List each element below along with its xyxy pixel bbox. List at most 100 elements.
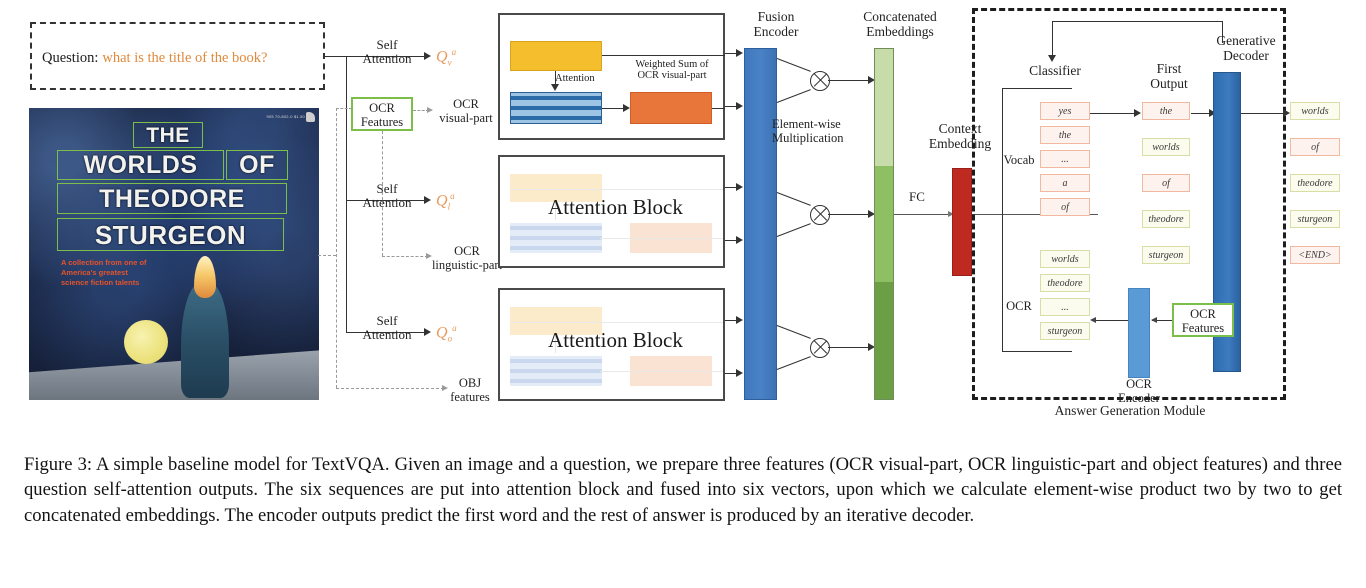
concatenated-embeddings-label: Concatenated Embeddings	[863, 9, 937, 39]
q-visual-letter: Q	[436, 48, 448, 66]
ocr-bbox-the: THE	[133, 122, 203, 148]
mul2-out-line	[828, 214, 872, 215]
word-box[interactable]: the	[1040, 126, 1090, 144]
question-label: Question:	[42, 50, 99, 66]
self-attention-3-arrowhead	[424, 327, 431, 336]
figure-caption: Figure 3: A simple baseline model for Te…	[24, 454, 1342, 526]
word-box[interactable]: theodore	[1040, 274, 1090, 292]
ab3-ghost-bottom-line	[600, 371, 723, 372]
word-box[interactable]: sturgeon	[1040, 322, 1090, 340]
word-box[interactable]: of	[1290, 138, 1340, 156]
vocab-label: Vocab	[1003, 153, 1035, 167]
mul2-leg-bottom	[776, 223, 811, 237]
ab3-ghost-keyvalue	[510, 356, 602, 386]
classifier-label: Classifier	[1029, 63, 1081, 78]
word-box[interactable]: worlds	[1142, 138, 1190, 156]
cover-figure	[181, 283, 229, 398]
decoder-feedback-hline	[1052, 21, 1222, 22]
vocab-bus-line	[1002, 88, 1072, 89]
cover-subtitle: A collection from one of America's great…	[61, 258, 147, 288]
fe-in-4-arrow	[736, 235, 743, 244]
ocr-bbox-theodore: THEODORE	[57, 183, 287, 214]
q-obj-sup: a	[452, 323, 457, 333]
word-box[interactable]: of	[1142, 174, 1190, 192]
word-box[interactable]: theodore	[1290, 174, 1340, 192]
first-output-label: First Output	[1150, 61, 1188, 91]
ocr-bbox-of: OF	[226, 150, 288, 180]
generative-decoder-label: Generative Decoder	[1216, 33, 1276, 63]
ocr-linguistic-dash-h	[382, 256, 428, 257]
self-attention-1-label: Self Attention	[362, 37, 412, 67]
ocr-visual-part-label: OCR visual-part	[439, 97, 493, 125]
mul3-leg-top	[776, 325, 811, 339]
ocr-bus-line	[1002, 351, 1072, 352]
word-box[interactable]: worlds	[1290, 102, 1340, 120]
decoder-out-line	[1241, 113, 1287, 114]
word-box[interactable]: a	[1040, 174, 1090, 192]
decoder-feedback-arrowhead	[1047, 55, 1056, 62]
word-box[interactable]: worlds	[1040, 250, 1090, 268]
ab2-ghost-bottom-line	[600, 238, 723, 239]
attention-inner-label: Attention	[555, 73, 595, 84]
word-box[interactable]: ...	[1040, 150, 1090, 168]
q-visual-symbol: Qva	[436, 47, 456, 68]
encoder-to-ocr-list-arrow	[1090, 316, 1096, 323]
obj-features-dash	[336, 388, 444, 389]
cover-barcode-text: 905 70-802-0 $1.50	[266, 114, 305, 119]
decoder-out-arrow	[1283, 108, 1290, 117]
word-box[interactable]: <END>	[1290, 246, 1340, 264]
q-obj-sub: o	[447, 333, 453, 344]
ab2-ghost-top-line	[510, 189, 723, 190]
cover-moon	[124, 320, 168, 364]
ocr-label: OCR	[1006, 299, 1032, 313]
cover-word-of: OF	[239, 151, 275, 179]
attention-query-box	[510, 41, 602, 71]
classifier-to-first-output-line	[1090, 113, 1138, 114]
fe-in-5-arrow	[736, 315, 743, 324]
image-to-ocr-dash-2	[336, 108, 352, 109]
classifier-to-first-output-arrow	[1134, 108, 1141, 117]
context-embedding-bar	[952, 168, 972, 276]
concat-segment-2	[875, 165, 893, 283]
ocr-encoder-label: OCR Encoder	[1118, 377, 1160, 405]
fe-in-3-arrow	[736, 182, 743, 191]
self-attention-2-arrowhead	[424, 195, 431, 204]
question-box: Question: what is the title of the book?	[30, 22, 325, 90]
ab1-out-bottom-line	[712, 108, 725, 109]
ocr-linguistic-dash-v	[382, 131, 383, 256]
ocr-bbox-sturgeon: STURGEON	[57, 218, 284, 251]
stripes-to-weighted-arrowhead	[623, 103, 630, 112]
word-box[interactable]: ...	[1040, 298, 1090, 316]
q-visual-sup: a	[451, 47, 457, 57]
attention-block-1: Attention Weighted Sum of OCR visual-par…	[498, 13, 725, 140]
image-feature-dash-vline	[336, 108, 337, 388]
attention-block-3: Attention Block	[498, 288, 725, 401]
self-attention-3-label: Self Attention	[362, 313, 412, 343]
cover-word-sturgeon: STURGEON	[94, 220, 247, 250]
word-box[interactable]: of	[1040, 198, 1090, 216]
attention-inner-arrowhead	[550, 84, 559, 91]
concat-segment-1	[875, 49, 893, 166]
word-box[interactable]: yes	[1040, 102, 1090, 120]
ab3-ghost-top-line	[510, 322, 723, 323]
concatenated-embeddings-bar	[874, 48, 894, 400]
mul3-leg-bottom	[776, 356, 811, 370]
fusion-encoder-label: Fusion Encoder	[753, 9, 799, 39]
publisher-logo-icon	[306, 112, 315, 122]
q-object-symbol: Qoa	[436, 323, 457, 344]
question-out-line	[325, 56, 347, 57]
mul1-leg-top	[776, 58, 811, 72]
q-ling-sub: l	[447, 201, 451, 212]
elementwise-multiply-2	[810, 205, 830, 225]
ocr-encoder-bar	[1128, 288, 1150, 378]
word-box[interactable]: sturgeon	[1142, 246, 1190, 264]
fe-in-1-arrow	[736, 48, 743, 57]
word-box[interactable]: theodore	[1142, 210, 1190, 228]
word-box[interactable]: the	[1142, 102, 1190, 120]
cover-word-theodore: THEODORE	[99, 185, 245, 213]
decoder-feedback-vline-left	[1052, 21, 1053, 56]
mul2-leg-top	[776, 192, 811, 206]
q-linguistic-symbol: Qla	[436, 191, 455, 212]
elementwise-multiply-3	[810, 338, 830, 358]
word-box[interactable]: sturgeon	[1290, 210, 1340, 228]
